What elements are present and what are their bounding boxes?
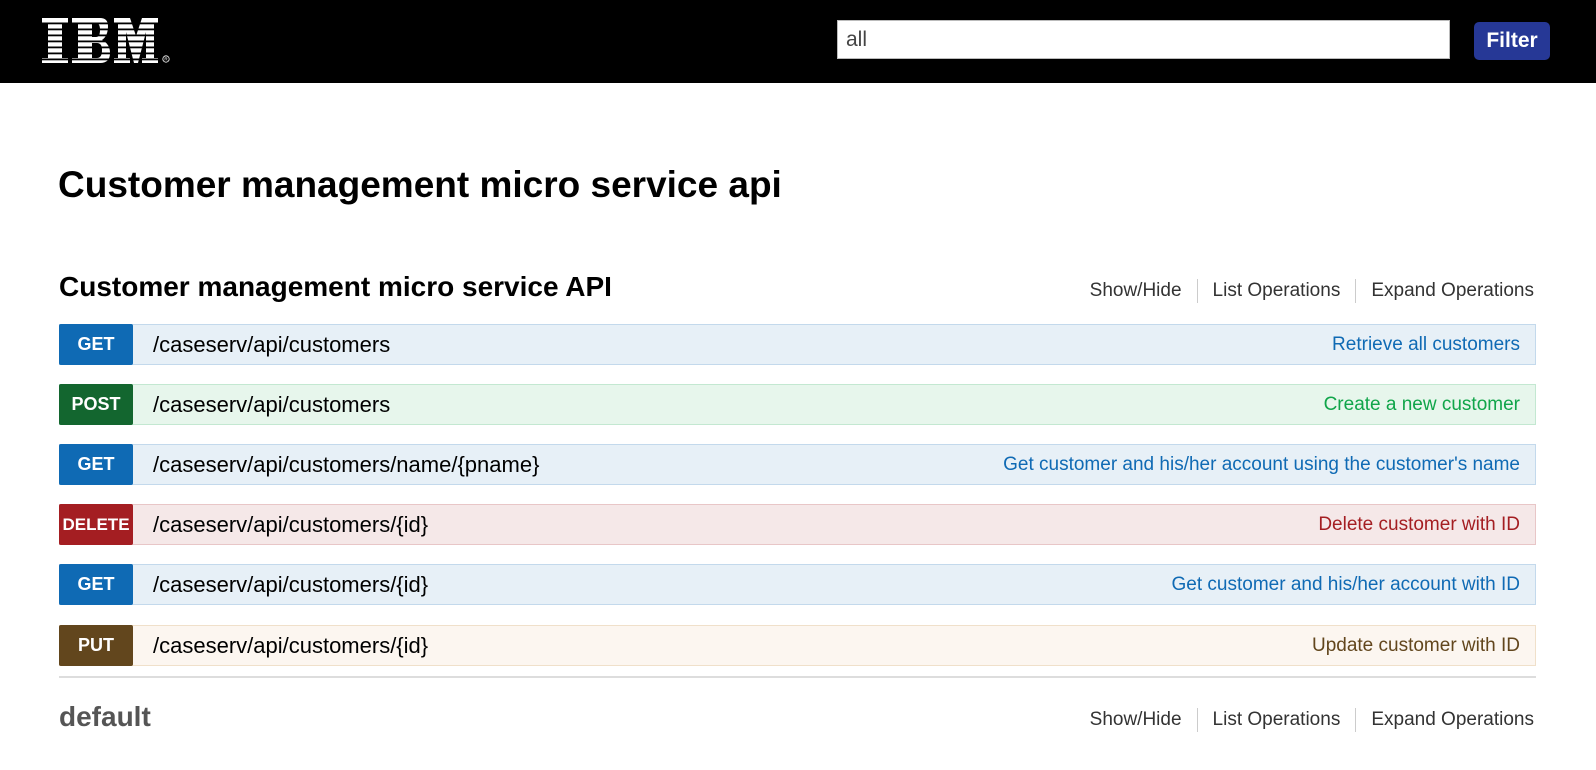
method-badge: GET xyxy=(59,564,133,605)
operation-get-customer-by-name[interactable]: GET /caseserv/api/customers/name/{pname}… xyxy=(59,444,1536,485)
method-badge: GET xyxy=(59,324,133,365)
expand-operations-link[interactable]: Expand Operations xyxy=(1371,280,1534,302)
operation-path[interactable]: /caseserv/api/customers/{id} xyxy=(153,512,428,538)
link-separator xyxy=(1196,708,1198,732)
operation-get-customer-by-id[interactable]: GET /caseserv/api/customers/{id} Get cus… xyxy=(59,564,1536,605)
operation-get-customers[interactable]: GET /caseserv/api/customers Retrieve all… xyxy=(59,324,1536,365)
svg-text:R: R xyxy=(164,57,168,62)
operation-path[interactable]: /caseserv/api/customers/{id} xyxy=(153,633,428,659)
operation-delete-customer[interactable]: DELETE /caseserv/api/customers/{id} Dele… xyxy=(59,504,1536,545)
resource-title[interactable]: default xyxy=(59,701,151,733)
operation-path[interactable]: /caseserv/api/customers xyxy=(153,392,390,418)
method-badge: GET xyxy=(59,444,133,485)
operation-summary[interactable]: Retrieve all customers xyxy=(1332,334,1520,356)
operation-path[interactable]: /caseserv/api/customers/name/{pname} xyxy=(153,452,539,478)
resource-links: Show/Hide List Operations Expand Operati… xyxy=(1090,279,1534,303)
filter-button[interactable]: Filter xyxy=(1474,22,1550,60)
operation-summary[interactable]: Get customer and his/her account with ID xyxy=(1172,574,1521,596)
expand-operations-link[interactable]: Expand Operations xyxy=(1371,709,1534,731)
link-separator xyxy=(1355,279,1357,303)
filter-input[interactable] xyxy=(837,20,1450,59)
method-badge: DELETE xyxy=(59,504,133,545)
operation-summary[interactable]: Update customer with ID xyxy=(1312,635,1520,657)
show-hide-link[interactable]: Show/Hide xyxy=(1090,280,1182,302)
resource-title[interactable]: Customer management micro service API xyxy=(59,271,612,303)
ibm-logo[interactable]: R xyxy=(42,18,172,66)
top-bar: R Filter xyxy=(0,0,1596,83)
method-badge: POST xyxy=(59,384,133,425)
show-hide-link[interactable]: Show/Hide xyxy=(1090,709,1182,731)
operation-post-customers[interactable]: POST /caseserv/api/customers Create a ne… xyxy=(59,384,1536,425)
method-badge: PUT xyxy=(59,625,133,666)
operation-path[interactable]: /caseserv/api/customers/{id} xyxy=(153,572,428,598)
list-operations-link[interactable]: List Operations xyxy=(1213,280,1341,302)
resource-links: Show/Hide List Operations Expand Operati… xyxy=(1090,708,1534,732)
resource-divider xyxy=(59,676,1536,678)
operation-summary[interactable]: Delete customer with ID xyxy=(1318,514,1520,536)
operation-put-customer[interactable]: PUT /caseserv/api/customers/{id} Update … xyxy=(59,625,1536,666)
page-title: Customer management micro service api xyxy=(58,164,782,205)
operation-summary[interactable]: Create a new customer xyxy=(1324,394,1520,416)
link-separator xyxy=(1196,279,1198,303)
operation-summary[interactable]: Get customer and his/her account using t… xyxy=(1003,454,1520,476)
operation-path[interactable]: /caseserv/api/customers xyxy=(153,332,390,358)
link-separator xyxy=(1355,708,1357,732)
list-operations-link[interactable]: List Operations xyxy=(1213,709,1341,731)
